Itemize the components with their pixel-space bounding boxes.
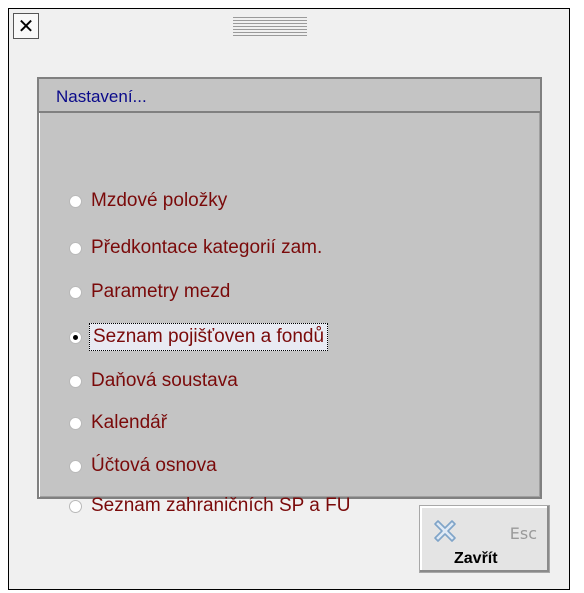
option-label: Mzdové položky bbox=[91, 190, 228, 211]
close-dialog-button[interactable]: Esc Zavřít bbox=[419, 505, 550, 573]
option-label: Předkontace kategorií zam. bbox=[91, 237, 323, 258]
option-label: Parametry mezd bbox=[91, 281, 231, 302]
option-label: Kalendář bbox=[91, 412, 168, 433]
option-uctova-osnova[interactable]: Účtová osnova bbox=[69, 451, 219, 481]
close-button-label: Zavřít bbox=[454, 550, 498, 567]
close-icon: ✕ bbox=[17, 14, 35, 38]
option-seznam-zahranicnich[interactable]: Seznam zahraničních SP a FU bbox=[69, 491, 352, 521]
window-close-button[interactable]: ✕ bbox=[13, 13, 39, 39]
radio-button-selected[interactable] bbox=[69, 330, 82, 344]
settings-group: Nastavení... Mzdové položky Předkontace … bbox=[37, 77, 542, 516]
group-title: Nastavení... bbox=[56, 87, 147, 106]
option-label: Seznam pojišťoven a fondů bbox=[89, 323, 329, 351]
option-label: Daňová soustava bbox=[91, 370, 238, 391]
group-header: Nastavení... bbox=[39, 79, 540, 113]
radio-button[interactable] bbox=[69, 285, 82, 299]
option-parametry-mezd[interactable]: Parametry mezd bbox=[69, 277, 232, 307]
radio-button[interactable] bbox=[69, 241, 82, 255]
option-seznam-pojistoven[interactable]: Seznam pojišťoven a fondů bbox=[69, 322, 329, 352]
option-label: Seznam zahraničních SP a FU bbox=[91, 495, 351, 516]
close-x-icon bbox=[434, 520, 456, 542]
radio-button[interactable] bbox=[69, 499, 82, 513]
radio-button[interactable] bbox=[69, 416, 82, 430]
option-mzdove-polozky[interactable]: Mzdové položky bbox=[69, 186, 229, 216]
settings-window: ✕ Nastavení... Mzdové položky Předkontac… bbox=[8, 8, 570, 590]
title-bar[interactable]: ✕ bbox=[9, 9, 569, 45]
option-label: Účtová osnova bbox=[91, 455, 217, 476]
radio-button[interactable] bbox=[69, 194, 82, 208]
option-danova-soustava[interactable]: Daňová soustava bbox=[69, 366, 240, 396]
radio-button[interactable] bbox=[69, 374, 82, 388]
option-predkontace-kategorii[interactable]: Předkontace kategorií zam. bbox=[69, 233, 324, 263]
drag-grip-icon[interactable] bbox=[233, 17, 307, 37]
option-kalendar[interactable]: Kalendář bbox=[69, 408, 169, 438]
shortcut-hint: Esc bbox=[509, 524, 537, 543]
radio-button[interactable] bbox=[69, 459, 82, 473]
